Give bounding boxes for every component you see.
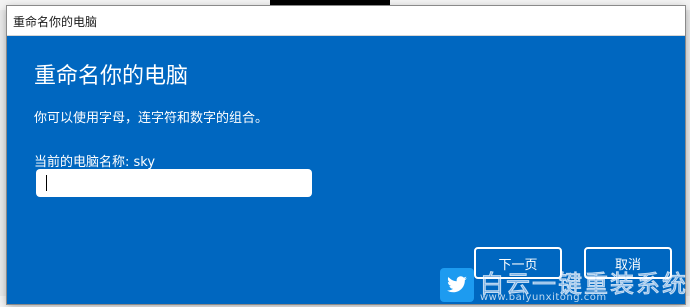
watermark-url: www.baiyunxitong.com	[480, 292, 607, 303]
new-pc-name-input[interactable]	[36, 169, 312, 197]
dialog-description: 你可以使用字母，连字符和数字的组合。	[34, 111, 269, 126]
dialog-titlebar[interactable]: 重命名你的电脑	[7, 6, 685, 36]
current-pc-name-label: 当前的电脑名称: sky	[34, 155, 156, 170]
watermark: 白云一键重装系统 www.baiyunxitong.com	[440, 264, 690, 304]
dialog-heading: 重命名你的电脑	[34, 64, 189, 89]
dialog-window-title: 重命名你的电脑	[13, 15, 98, 29]
bird-icon	[440, 268, 474, 302]
text-caret	[46, 175, 47, 191]
rename-pc-dialog: 重命名你的电脑 重命名你的电脑 你可以使用字母，连字符和数字的组合。 当前的电脑…	[7, 6, 685, 304]
